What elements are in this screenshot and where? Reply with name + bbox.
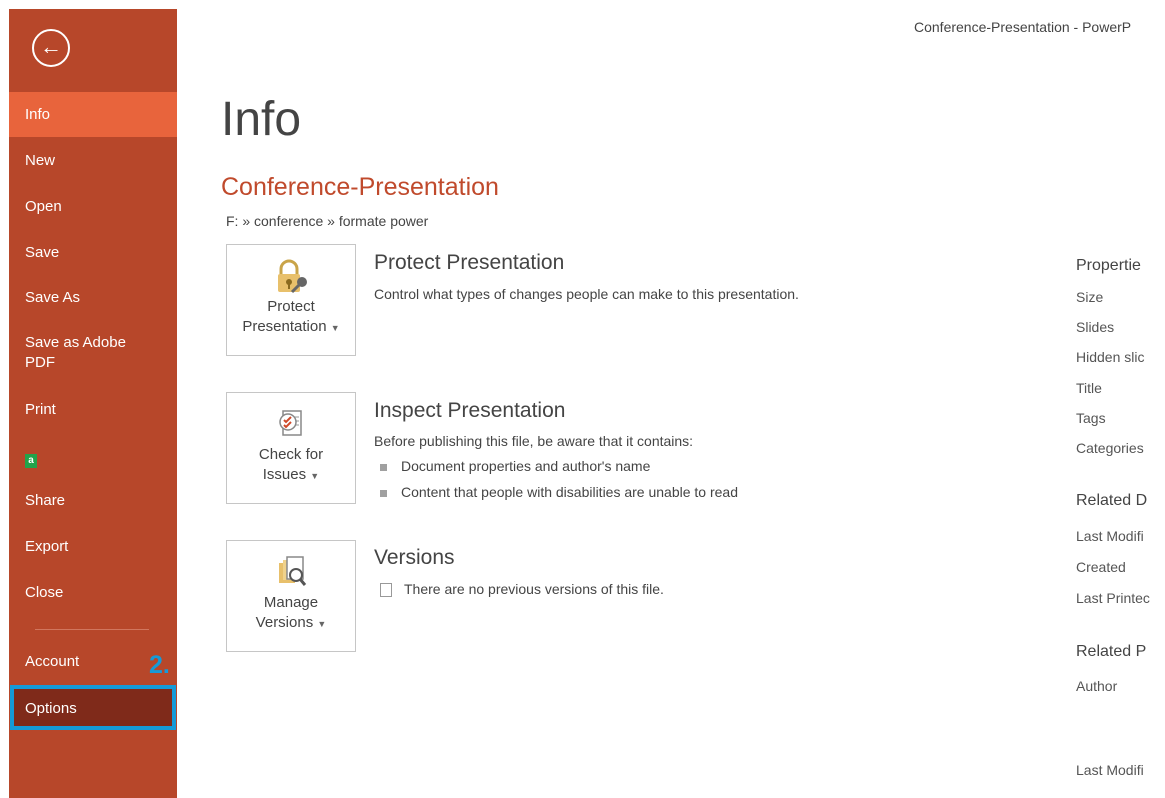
tile-label: Manage bbox=[263, 594, 319, 611]
protect-section-description: Control what types of changes people can… bbox=[374, 286, 799, 302]
window-title: Conference-Presentation - PowerP bbox=[914, 19, 1132, 35]
manage-versions-button[interactable]: Manage Versions ▼ bbox=[226, 540, 356, 652]
sidebar-item-label: Open bbox=[25, 198, 62, 215]
property-label: Hidden slic bbox=[1076, 349, 1145, 365]
sidebar-item-share[interactable]: Share bbox=[9, 479, 177, 523]
versions-section-title: Versions bbox=[374, 546, 455, 569]
properties-title[interactable]: Propertie bbox=[1076, 257, 1141, 275]
tile-label: Presentation bbox=[242, 318, 327, 335]
sidebar-item-info[interactable]: Info bbox=[9, 92, 177, 137]
back-arrow-icon[interactable]: ← bbox=[32, 29, 70, 67]
property-label: Title bbox=[1076, 380, 1102, 396]
sidebar-item-export[interactable]: Export bbox=[9, 525, 177, 569]
property-label: Last Modifi bbox=[1076, 762, 1144, 778]
property-label: Tags bbox=[1076, 410, 1106, 426]
tile-label-with-caret: Presentation ▼ bbox=[227, 317, 355, 338]
property-label: Categories bbox=[1076, 440, 1144, 456]
tile-label-with-caret: Issues ▼ bbox=[227, 465, 355, 486]
inspect-section-title: Inspect Presentation bbox=[374, 399, 566, 422]
list-item: Document properties and author's name bbox=[380, 458, 650, 474]
tile-label-with-caret: Versions ▼ bbox=[227, 613, 355, 634]
property-label: Size bbox=[1076, 289, 1104, 305]
property-label: Created bbox=[1076, 559, 1126, 575]
adobe-addin-icon: a bbox=[25, 454, 37, 468]
bullet-icon bbox=[380, 489, 387, 497]
options-highlight-box bbox=[10, 685, 176, 730]
breadcrumb: F: » conference » formate power bbox=[226, 213, 429, 229]
property-label: Slides bbox=[1076, 319, 1115, 335]
sidebar-item-save[interactable]: Save bbox=[9, 231, 177, 275]
lock-key-icon bbox=[271, 257, 311, 297]
dropdown-caret-icon: ▼ bbox=[330, 323, 340, 333]
sidebar-item-save-as[interactable]: Save As bbox=[9, 276, 177, 320]
list-item-text: Document properties and author's name bbox=[401, 458, 651, 474]
bullet-icon bbox=[380, 463, 387, 471]
list-item: Content that people with disabilities ar… bbox=[380, 484, 738, 500]
tile-label: Check for bbox=[258, 446, 324, 463]
property-label: Last Modifi bbox=[1076, 528, 1144, 544]
document-icon bbox=[380, 583, 392, 598]
sidebar-item-save-as-adobe-pdf[interactable]: Save as Adobe PDF bbox=[9, 333, 159, 373]
sidebar-item-label: Info bbox=[25, 106, 51, 123]
sidebar-item-label: Save bbox=[25, 244, 60, 261]
protect-section-title: Protect Presentation bbox=[374, 251, 565, 274]
sidebar-item-open[interactable]: Open bbox=[9, 185, 177, 229]
sidebar-divider bbox=[35, 629, 149, 630]
sidebar-item-print[interactable]: Print bbox=[9, 388, 177, 432]
sidebar-item-label: Save as Adobe PDF bbox=[25, 334, 126, 371]
tile-label: Versions bbox=[255, 614, 314, 631]
backstage-sidebar: ← Info New Open Save Save As Save as Ado… bbox=[9, 9, 177, 798]
page-title: Info bbox=[221, 93, 302, 146]
manage-versions-icon bbox=[271, 553, 311, 593]
sidebar-item-label: Save As bbox=[25, 289, 81, 306]
sidebar-item-label: Account bbox=[25, 653, 80, 670]
check-for-issues-button[interactable]: Check for Issues ▼ bbox=[226, 392, 356, 504]
inspect-section-description: Before publishing this file, be aware th… bbox=[374, 433, 694, 449]
step-marker: 2. bbox=[149, 651, 170, 679]
dropdown-caret-icon: ▼ bbox=[317, 619, 327, 629]
versions-text: There are no previous versions of this f… bbox=[404, 581, 664, 597]
sidebar-item-label: Share bbox=[25, 492, 66, 509]
property-label: Last Printec bbox=[1076, 590, 1150, 606]
document-title: Conference-Presentation bbox=[221, 173, 499, 201]
sidebar-item-label: New bbox=[25, 152, 56, 169]
inspect-document-icon bbox=[271, 405, 311, 445]
sidebar-item-label: Close bbox=[25, 584, 64, 601]
sidebar-item-label: Export bbox=[25, 538, 69, 555]
sidebar-item-label: Print bbox=[25, 401, 56, 418]
versions-section-description: There are no previous versions of this f… bbox=[380, 581, 664, 598]
list-item-text: Content that people with disabilities ar… bbox=[401, 484, 738, 500]
sidebar-item-close[interactable]: Close bbox=[9, 571, 177, 615]
protect-presentation-button[interactable]: Protect Presentation ▼ bbox=[226, 244, 356, 356]
sidebar-item-new[interactable]: New bbox=[9, 139, 177, 183]
dropdown-caret-icon: ▼ bbox=[310, 471, 320, 481]
tile-label: Issues bbox=[262, 466, 307, 483]
tile-label: Protect bbox=[267, 298, 315, 315]
property-label: Author bbox=[1076, 678, 1118, 694]
related-people-title: Related P bbox=[1076, 643, 1147, 660]
related-dates-title: Related D bbox=[1076, 492, 1148, 509]
sidebar-item-adobe-addin[interactable]: a bbox=[9, 437, 177, 481]
